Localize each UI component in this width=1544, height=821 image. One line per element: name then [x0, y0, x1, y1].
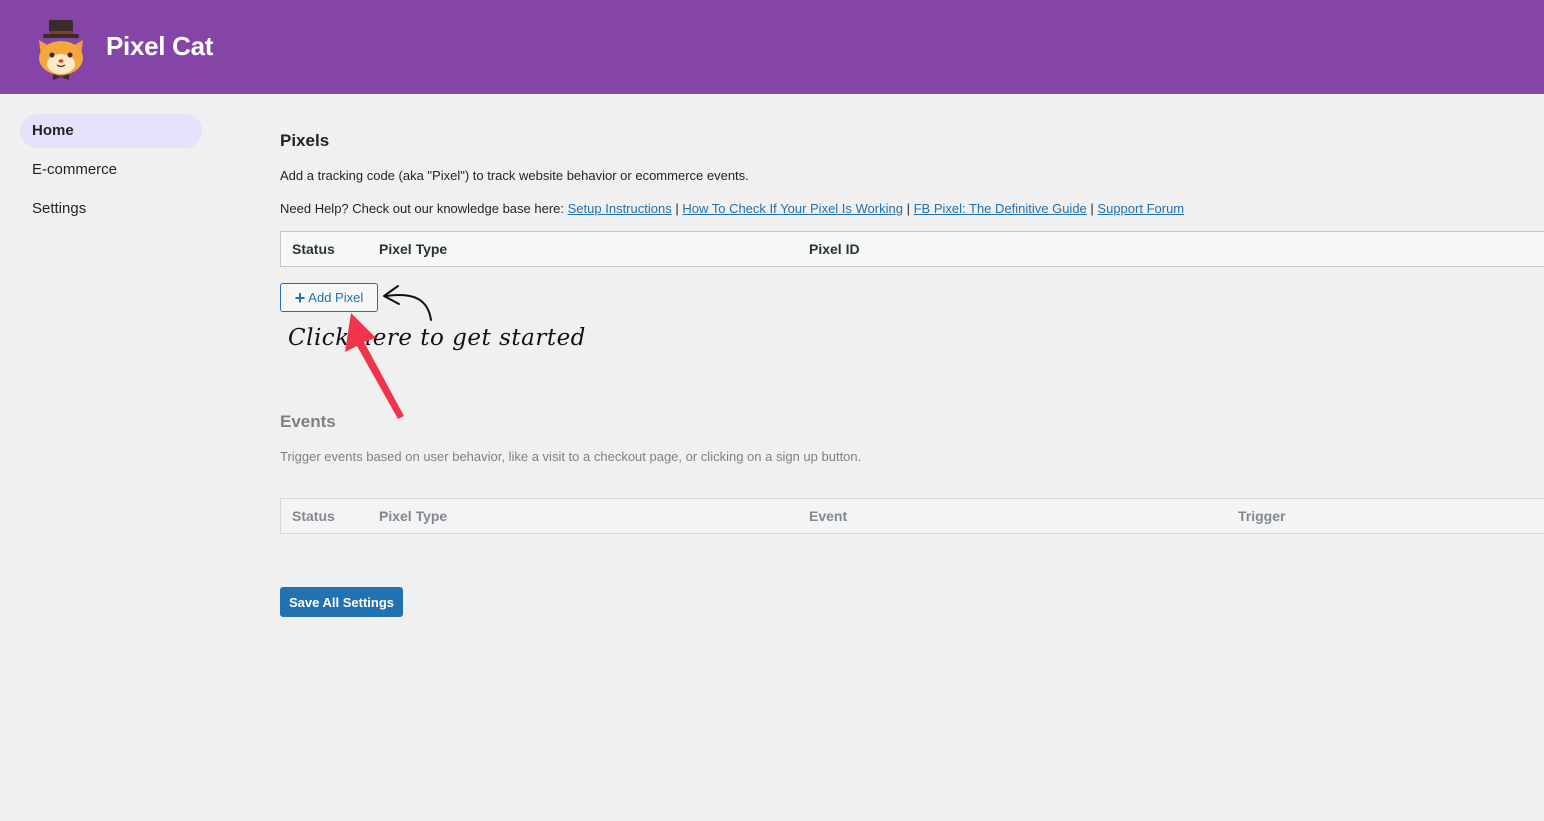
link-support-forum[interactable]: Support Forum — [1097, 201, 1184, 216]
separator: | — [906, 201, 910, 216]
pixels-table-header: Status Pixel Type Pixel ID — [280, 231, 1544, 267]
add-pixel-button[interactable]: + Add Pixel — [280, 283, 378, 312]
sidebar: Home E-commerce Settings — [20, 114, 202, 231]
add-pixel-label: Add Pixel — [308, 290, 364, 305]
column-pixel-type[interactable]: Pixel Type — [379, 508, 447, 524]
column-status[interactable]: Status — [292, 508, 335, 524]
separator: | — [1090, 201, 1094, 216]
cat-logo-icon — [39, 20, 83, 80]
help-prefix: Need Help? Check out our knowledge base … — [280, 201, 565, 216]
column-pixel-type[interactable]: Pixel Type — [379, 241, 447, 257]
link-check-pixel-working[interactable]: How To Check If Your Pixel Is Working — [682, 201, 903, 216]
separator: | — [675, 201, 679, 216]
main-content: Pixels Add a tracking code (aka "Pixel")… — [280, 0, 1544, 821]
events-table-header: Status Pixel Type Event Trigger — [280, 498, 1544, 534]
app-title: Pixel Cat — [106, 31, 214, 61]
sidebar-item-settings[interactable]: Settings — [20, 192, 202, 226]
events-description: Trigger events based on user behavior, l… — [280, 449, 862, 464]
plus-icon: + — [294, 287, 306, 308]
sidebar-item-ecommerce[interactable]: E-commerce — [20, 153, 202, 187]
column-event[interactable]: Event — [809, 508, 847, 524]
get-started-annotation: Click here to get started — [288, 325, 586, 351]
link-fb-pixel-guide[interactable]: FB Pixel: The Definitive Guide — [914, 201, 1087, 216]
events-title: Events — [280, 412, 336, 431]
column-pixel-id[interactable]: Pixel ID — [809, 241, 860, 257]
pixels-description: Add a tracking code (aka "Pixel") to tra… — [280, 168, 749, 183]
save-all-settings-button[interactable]: Save All Settings — [280, 587, 403, 617]
help-line: Need Help? Check out our knowledge base … — [280, 201, 1184, 216]
column-status[interactable]: Status — [292, 241, 335, 257]
column-trigger[interactable]: Trigger — [1238, 508, 1285, 524]
pixels-title: Pixels — [280, 131, 330, 150]
sidebar-item-home[interactable]: Home — [20, 114, 202, 148]
link-setup-instructions[interactable]: Setup Instructions — [568, 201, 672, 216]
